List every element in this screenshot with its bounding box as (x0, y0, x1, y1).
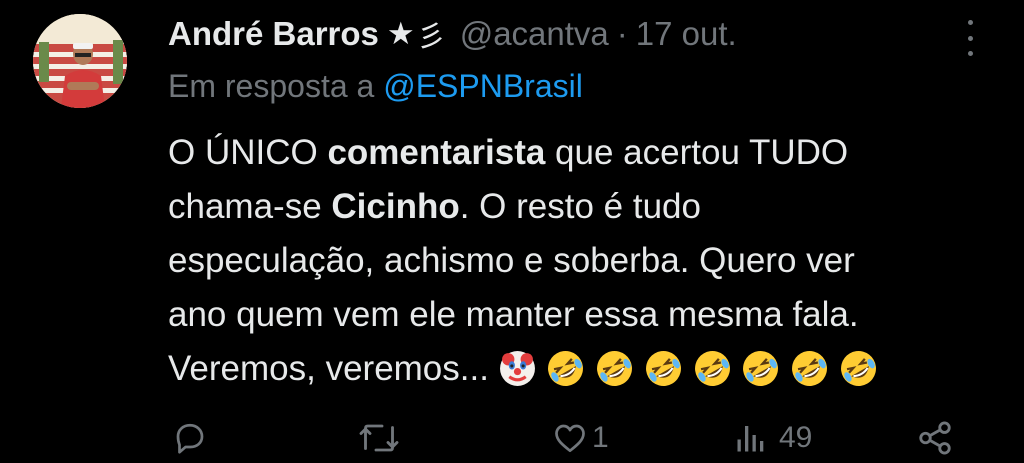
rolling-laughing-icon (597, 351, 633, 386)
avatar-photo (33, 14, 127, 108)
tweet-date[interactable]: 17 out. (636, 15, 737, 53)
tweet-bold-fragment: comentarista (327, 133, 546, 172)
tweet-line: chama-se Cicinho. O resto é tudo (168, 180, 998, 234)
rolling-laughing-icon (694, 351, 730, 386)
rolling-laughing-icon (645, 351, 681, 386)
tweet-text-fragment: Veremos, veremos... (168, 349, 489, 388)
views-count: 49 (779, 421, 813, 454)
tweet-line: ano quem vem ele manter essa mesma fala. (168, 295, 859, 334)
like-count: 1 (592, 421, 609, 454)
tweet-bold-fragment: Cicinho (331, 187, 460, 226)
star-badge-icon: ★ (386, 16, 415, 51)
more-dot-icon (967, 51, 973, 56)
share-icon (919, 421, 951, 455)
clown-face-icon (499, 351, 535, 386)
tweet-line: O ÚNICO comentarista que acertou TUDO (168, 126, 998, 180)
reply-button[interactable] (172, 418, 208, 458)
tweet-line: especulação, achismo e soberba. Quero ve… (168, 241, 855, 280)
rolling-laughing-icon (840, 351, 876, 386)
tweet-header: André Barros ★ 彡 @acantva · 17 out. (168, 12, 737, 56)
reply-context: Em resposta a @ESPNBrasil (168, 68, 583, 105)
tweet-text-fragment: O ÚNICO (168, 133, 328, 172)
avatar[interactable] (33, 14, 127, 108)
like-button[interactable]: 1 (552, 418, 609, 458)
views-icon (737, 426, 764, 452)
retweet-icon (359, 424, 399, 452)
wave-badge-icon: 彡 (416, 21, 446, 53)
tweet-line: Veremos, veremos... (168, 342, 998, 396)
heart-icon (555, 424, 585, 453)
rolling-laughing-icon (792, 351, 828, 386)
retweet-button[interactable] (358, 418, 400, 458)
author-handle[interactable]: @acantva (460, 15, 609, 53)
more-dot-icon (967, 20, 973, 25)
separator-dot: · (616, 15, 628, 52)
views-button[interactable]: 49 (733, 418, 812, 458)
more-dot-icon (967, 35, 973, 41)
reply-mention-link[interactable]: @ESPNBrasil (383, 68, 583, 104)
tweet-text-fragment: que acertou TUDO (545, 133, 849, 172)
tweet-actions: 1 49 (0, 418, 1024, 458)
rolling-laughing-icon (548, 351, 584, 386)
reply-prefix: Em resposta a (168, 68, 375, 104)
more-options-button[interactable] (960, 20, 980, 56)
tweet-body: O ÚNICO comentarista que acertou TUDO ch… (168, 126, 998, 396)
tweet-text-fragment: chama-se (168, 187, 332, 226)
author-name[interactable]: André Barros (168, 15, 379, 53)
reply-icon (176, 423, 204, 454)
share-button[interactable] (916, 418, 954, 458)
tweet-text-fragment: . O resto é tudo (459, 187, 701, 226)
rolling-laughing-icon (743, 351, 779, 386)
